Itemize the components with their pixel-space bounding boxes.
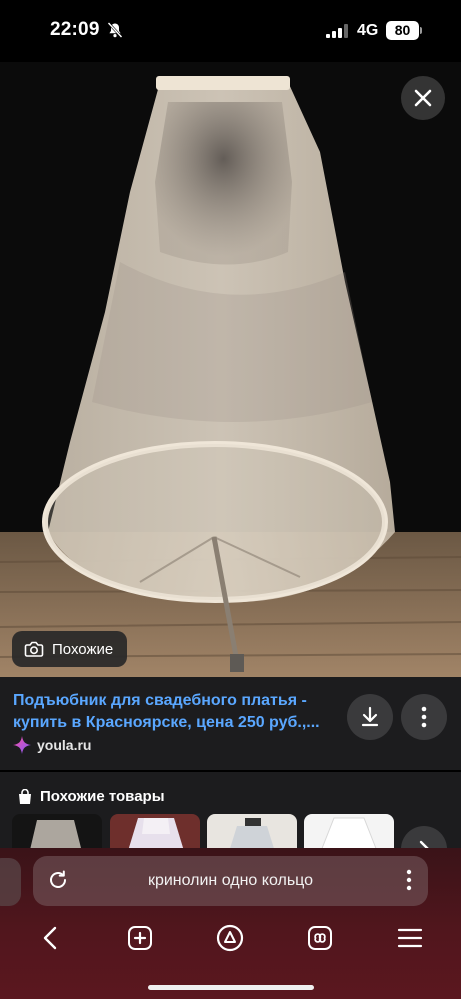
alice-assistant-button[interactable]: [208, 916, 252, 960]
chevron-left-icon: [43, 926, 57, 950]
battery-indicator: 80: [386, 21, 419, 40]
search-query: кринолин одно кольцо: [147, 872, 314, 889]
result-title-link[interactable]: Подъюбник для свадебного платья - купить…: [13, 690, 343, 734]
result-source[interactable]: youla.ru: [13, 736, 91, 754]
bell-muted-icon: [107, 22, 123, 38]
tabs-button[interactable]: [298, 916, 342, 960]
main-image[interactable]: [0, 62, 461, 677]
battery-cap: [420, 27, 422, 34]
alice-icon: [216, 924, 244, 952]
youla-sparkle-icon: [13, 736, 31, 754]
shopping-bag-icon: [19, 788, 31, 804]
more-options-button[interactable]: [401, 694, 447, 740]
network-label: 4G: [357, 22, 379, 39]
hamburger-menu-icon: [397, 928, 423, 948]
close-button[interactable]: [401, 76, 445, 120]
status-time: 22:09: [50, 19, 100, 40]
similar-products-label: Похожие товары: [40, 788, 165, 805]
navigation-row: [0, 916, 461, 960]
camera-search-icon: [24, 641, 44, 657]
similar-products-title: Похожие товары: [18, 788, 165, 805]
download-icon: [361, 706, 379, 727]
home-indicator[interactable]: [148, 985, 314, 990]
result-title-line2: купить в Красноярске, цена 250 руб.,...: [13, 714, 320, 731]
menu-button[interactable]: [388, 916, 432, 960]
previous-tab-pill[interactable]: [0, 858, 21, 906]
back-button[interactable]: [28, 916, 72, 960]
download-button[interactable]: [347, 694, 393, 740]
petticoat-photo: [0, 62, 461, 677]
close-icon: [414, 89, 432, 107]
signal-icon: [326, 24, 348, 38]
similar-images-button[interactable]: Похожие: [12, 631, 128, 667]
more-vertical-icon[interactable]: [406, 869, 412, 891]
result-source-label: youla.ru: [37, 737, 92, 753]
new-tab-button[interactable]: [118, 916, 162, 960]
result-title-line1: Подъюбник для свадебного платья -: [13, 692, 307, 709]
tabs-infinity-icon: [308, 926, 332, 950]
plus-square-icon: [128, 926, 152, 950]
search-field[interactable]: кринолин одно кольцо: [33, 856, 428, 906]
more-vertical-icon: [421, 706, 427, 728]
status-bar: 22:09 4G 80: [0, 0, 461, 62]
similar-images-label: Похожие: [52, 640, 114, 658]
